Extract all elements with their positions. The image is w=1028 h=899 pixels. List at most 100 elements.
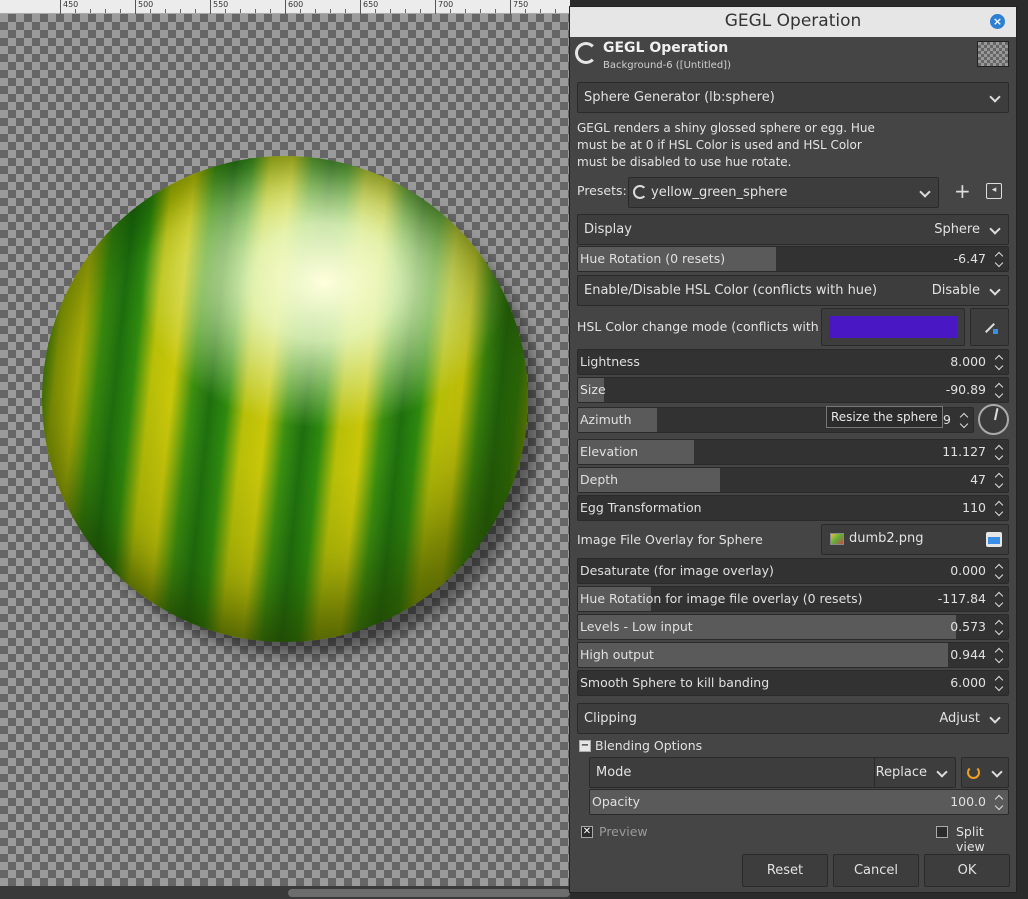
scrollbar-thumb[interactable] xyxy=(288,889,570,897)
slider-value[interactable]: 0.000 xyxy=(950,559,986,583)
hsl-enable-select[interactable]: Enable/Disable HSL Color (conflicts with… xyxy=(577,275,1009,306)
dialog-header: GEGL Operation Background-6 ([Untitled]) xyxy=(570,37,1016,77)
color-picker-button[interactable] xyxy=(970,308,1009,346)
presets-label: Presets: xyxy=(577,183,627,198)
rendered-sphere xyxy=(42,156,528,642)
spin-buttons[interactable] xyxy=(992,440,1008,464)
spin-buttons[interactable] xyxy=(957,408,973,432)
ok-button[interactable]: OK xyxy=(924,854,1010,887)
mode-value: Replace xyxy=(875,765,927,780)
spin-buttons[interactable] xyxy=(992,559,1008,583)
ruler-minor-tick xyxy=(240,9,241,13)
slider-value[interactable]: -90.89 xyxy=(946,378,986,402)
clipping-select[interactable]: Clipping Adjust xyxy=(577,703,1009,734)
undo-arrow-icon xyxy=(967,766,980,779)
gegl-preset-icon xyxy=(633,185,647,199)
smooth-sphere-slider[interactable]: Smooth Sphere to kill banding 6.000 xyxy=(577,670,1009,696)
slider-value[interactable]: 0.573 xyxy=(950,615,986,639)
canvas-horizontal-scrollbar[interactable] xyxy=(0,886,570,899)
opacity-slider[interactable]: Opacity 100.0 xyxy=(589,789,1009,815)
mode-select[interactable]: Mode Replace xyxy=(589,757,956,788)
slider-value[interactable]: 0.944 xyxy=(950,643,986,667)
preview-label: Preview xyxy=(599,824,648,839)
slider-label: Size xyxy=(580,382,606,397)
spin-buttons[interactable] xyxy=(992,350,1008,374)
presets-select[interactable]: yellow_green_sphere xyxy=(628,177,939,208)
chevron-down-icon xyxy=(989,91,1001,103)
tooltip: Resize the sphere xyxy=(826,406,943,428)
size-slider[interactable]: Size -90.89 xyxy=(577,377,1009,403)
spin-buttons[interactable] xyxy=(992,587,1008,611)
close-icon[interactable]: × xyxy=(990,14,1005,29)
egg-transformation-slider[interactable]: Egg Transformation 110 xyxy=(577,495,1009,521)
hue-rotation-slider[interactable]: Hue Rotation (0 resets) -6.47 xyxy=(577,246,1009,272)
display-select[interactable]: Display Sphere xyxy=(577,214,1009,245)
depth-slider[interactable]: Depth 47 xyxy=(577,467,1009,493)
slider-value[interactable]: 47 xyxy=(970,468,986,492)
slider-label: Hue Rotation for image file overlay (0 r… xyxy=(580,591,863,606)
ruler-minor-tick xyxy=(90,9,91,13)
spin-buttons[interactable] xyxy=(992,790,1008,814)
spin-buttons[interactable] xyxy=(992,496,1008,520)
spin-buttons[interactable] xyxy=(992,468,1008,492)
spin-buttons[interactable] xyxy=(992,615,1008,639)
slider-label: Azimuth xyxy=(580,412,632,427)
image-file-chooser[interactable]: dumb2.png xyxy=(821,524,1009,555)
lightness-slider[interactable]: Lightness 8.000 xyxy=(577,349,1009,375)
levels-low-input-slider[interactable]: Levels - Low input 0.573 xyxy=(577,614,1009,640)
hsl-color-button[interactable] xyxy=(821,308,965,346)
operation-description: GEGL renders a shiny glossed sphere or e… xyxy=(577,121,875,169)
add-preset-icon[interactable]: + xyxy=(954,179,971,203)
preset-menu-icon[interactable]: ◂ xyxy=(986,183,1002,199)
ruler-minor-tick xyxy=(480,9,481,13)
image-file-name: dumb2.png xyxy=(849,531,924,546)
ruler-minor-tick xyxy=(405,9,406,13)
hsl-enable-value: Disable xyxy=(931,283,980,298)
slider-label: Hue Rotation (0 resets) xyxy=(580,251,726,266)
slider-label: Elevation xyxy=(580,444,639,459)
clipping-value: Adjust xyxy=(939,711,980,726)
split-view-checkbox[interactable] xyxy=(936,826,948,838)
slider-label: Desaturate (for image overlay) xyxy=(580,563,774,578)
horizontal-ruler[interactable]: 450 500 550 600 650 700 750 xyxy=(0,0,571,14)
slider-label: Smooth Sphere to kill banding xyxy=(580,675,770,690)
spin-buttons[interactable] xyxy=(992,643,1008,667)
elevation-slider[interactable]: Elevation 11.127 xyxy=(577,439,1009,465)
azimuth-dial[interactable] xyxy=(978,404,1009,435)
spin-buttons[interactable] xyxy=(992,671,1008,695)
blending-collapse-toggle[interactable]: − xyxy=(579,740,591,752)
slider-value[interactable]: 11.127 xyxy=(942,440,986,464)
slider-value[interactable]: 100.0 xyxy=(950,790,986,814)
slider-value[interactable]: 6.000 xyxy=(950,671,986,695)
ruler-minor-tick xyxy=(75,9,76,13)
ruler-minor-tick xyxy=(165,9,166,13)
high-output-slider[interactable]: High output 0.944 xyxy=(577,642,1009,668)
slider-value[interactable]: -6.47 xyxy=(954,247,986,271)
composite-mode-select[interactable] xyxy=(961,757,1009,788)
header-title: GEGL Operation xyxy=(603,40,729,56)
spin-buttons[interactable] xyxy=(992,247,1008,271)
ruler-minor-tick xyxy=(525,9,526,13)
chevron-down-icon xyxy=(989,284,1001,296)
image-canvas[interactable] xyxy=(0,14,570,886)
slider-value[interactable]: -117.84 xyxy=(938,587,986,611)
dialog-titlebar: GEGL Operation × xyxy=(570,7,1016,37)
slider-label: Egg Transformation xyxy=(580,500,702,515)
hsl-mode-label: HSL Color change mode (conflicts with hu… xyxy=(577,319,852,334)
cancel-button[interactable]: Cancel xyxy=(833,854,919,887)
chevron-down-icon xyxy=(919,186,931,198)
slider-value[interactable]: 8.000 xyxy=(950,350,986,374)
ruler-minor-tick xyxy=(330,9,331,13)
hue-overlay-slider[interactable]: Hue Rotation for image file overlay (0 r… xyxy=(577,586,1009,612)
mode-label: Mode xyxy=(596,765,632,780)
slider-value[interactable]: 110 xyxy=(962,496,986,520)
ruler-minor-tick xyxy=(450,9,451,13)
spin-buttons[interactable] xyxy=(992,378,1008,402)
preview-checkbox[interactable]: ✕ xyxy=(581,826,593,838)
operation-select[interactable]: Sphere Generator (lb:sphere) xyxy=(577,82,1009,113)
display-value: Sphere xyxy=(934,222,980,237)
open-file-icon[interactable] xyxy=(986,532,1002,547)
desaturate-slider[interactable]: Desaturate (for image overlay) 0.000 xyxy=(577,558,1009,584)
reset-button[interactable]: Reset xyxy=(742,854,828,887)
ruler-minor-tick xyxy=(270,9,271,13)
